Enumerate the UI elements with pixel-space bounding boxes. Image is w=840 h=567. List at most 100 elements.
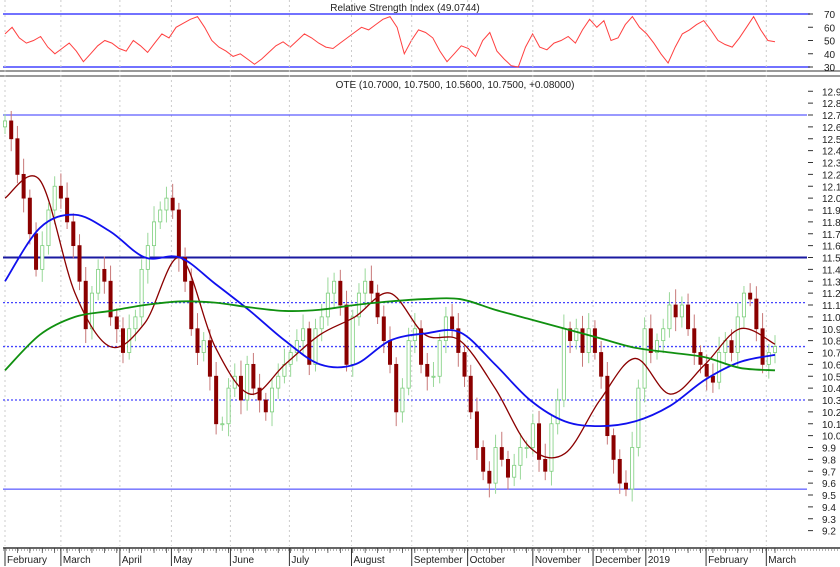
candle-body <box>245 363 250 401</box>
price-tick-label: 10.2 <box>822 408 840 419</box>
candle <box>3 113 8 134</box>
candle-body <box>394 363 399 413</box>
candle-body <box>673 304 678 318</box>
rsi-tick-label: 70 <box>824 10 836 21</box>
x-axis: February March April May June July August Septe… <box>3 547 840 566</box>
candle <box>251 352 256 396</box>
candle <box>40 231 45 282</box>
candle-body <box>400 387 405 413</box>
candle <box>543 443 548 481</box>
candle <box>263 392 268 421</box>
candle-body <box>220 423 225 426</box>
price-tick-label: 10.7 <box>822 349 840 360</box>
price-tick-label: 9.2 <box>822 527 836 538</box>
rsi-tick-label: 60 <box>824 23 836 34</box>
candle <box>325 277 330 326</box>
candle-body <box>462 352 467 377</box>
candle <box>164 186 169 223</box>
price-tick-label: 9.9 <box>822 444 836 455</box>
candle-body <box>319 316 324 330</box>
candle-body <box>207 340 212 377</box>
candle-body <box>661 328 666 342</box>
price-tick-label: 10.8 <box>822 337 840 348</box>
candle-body <box>214 375 219 425</box>
candle <box>766 343 771 379</box>
candle-body <box>195 328 200 353</box>
candle-body <box>263 399 268 413</box>
candle <box>487 461 492 498</box>
candle-body <box>102 268 107 282</box>
candle-body <box>487 470 492 484</box>
candle-body <box>71 221 76 247</box>
price-tick-label: 10.9 <box>822 325 840 336</box>
price-tick-label: 10.1 <box>822 420 840 431</box>
price-tick-label: 9.3 <box>822 515 836 526</box>
candle <box>65 182 70 229</box>
candle-body <box>9 120 14 140</box>
candle-body <box>561 328 566 401</box>
month-label: February <box>708 555 748 566</box>
candle <box>294 329 299 362</box>
price-tick-label: 11.3 <box>822 277 840 288</box>
candle <box>195 313 200 365</box>
candle-body <box>599 352 604 377</box>
candle <box>387 326 392 374</box>
price-tick-label: 10.3 <box>822 396 840 407</box>
candle-body <box>760 328 765 365</box>
candle-body <box>276 375 281 389</box>
candle <box>245 355 250 411</box>
candle-body <box>648 328 653 353</box>
rsi-title: Relative Strength Index (49.0744) <box>330 3 480 14</box>
candle <box>96 259 101 301</box>
rsi-tick-label: 40 <box>824 50 836 61</box>
candle-body <box>350 316 355 365</box>
candle-body <box>3 120 8 128</box>
candle-body <box>381 316 386 342</box>
candle <box>77 234 82 291</box>
candle-body <box>46 209 51 247</box>
candle <box>21 158 26 213</box>
candle <box>176 202 181 272</box>
candle <box>667 292 672 338</box>
price-tick-label: 11.8 <box>822 218 840 229</box>
candle-body <box>332 280 337 294</box>
candle <box>661 318 666 354</box>
price-tick-label: 10.0 <box>822 432 840 443</box>
moving-average-line <box>4 213 776 428</box>
candle-body <box>505 458 510 478</box>
rsi-panel: 70 60 50 40 30 <box>0 10 840 74</box>
candle <box>338 269 343 316</box>
candle <box>555 388 560 435</box>
candle <box>568 321 573 354</box>
month-label: August <box>354 555 385 566</box>
candle <box>170 183 175 219</box>
candle <box>226 378 231 437</box>
candle <box>9 110 14 152</box>
price-tick-label: 10.6 <box>822 360 840 371</box>
price-tick-label: 12.8 <box>822 99 840 110</box>
candle-body <box>152 221 157 247</box>
month-label: 2019 <box>648 555 671 566</box>
candle <box>394 357 399 427</box>
month-label: December <box>595 555 642 566</box>
candle <box>741 286 746 328</box>
candle-body <box>387 340 392 365</box>
price-tick-label: 12.5 <box>822 135 840 146</box>
candle <box>114 308 119 343</box>
price-title: OTE (10.7000, 10.7500, 10.5600, 10.7500,… <box>336 80 575 91</box>
candle-body <box>369 280 374 294</box>
candle <box>437 333 442 384</box>
candle-body <box>120 328 125 353</box>
candle-body <box>301 328 306 342</box>
candle <box>152 206 157 257</box>
month-label: November <box>535 555 582 566</box>
candle-body <box>338 280 343 306</box>
candle-body <box>754 298 759 330</box>
rsi-tick-label: 50 <box>824 37 836 48</box>
candle-body <box>518 447 523 466</box>
price-tick-label: 12.6 <box>822 123 840 134</box>
candle-body <box>630 447 635 490</box>
candle-body <box>729 340 734 353</box>
candle-body <box>679 304 684 318</box>
candle-body <box>586 328 591 353</box>
